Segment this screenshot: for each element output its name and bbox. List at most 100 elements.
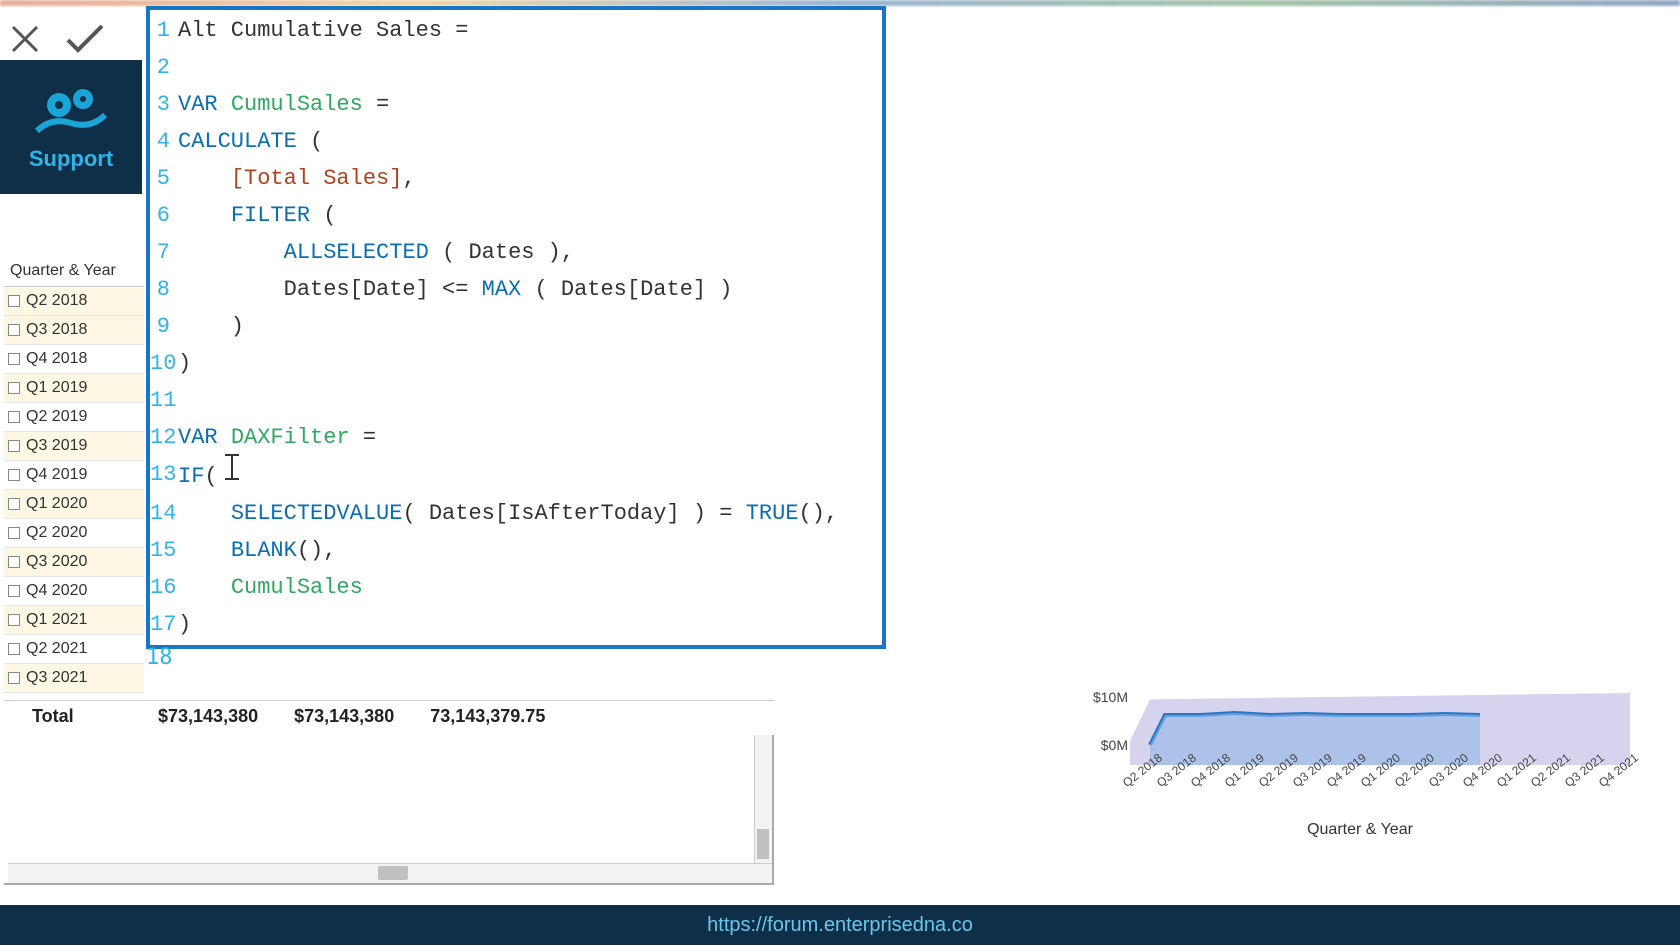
line-number: 8	[150, 271, 178, 308]
code-line[interactable]: 7 ALLSELECTED ( Dates ),	[150, 234, 882, 271]
total-value-1: $73,143,380	[158, 706, 258, 727]
slicer-item[interactable]: Q4 2020	[4, 577, 144, 606]
slicer-item-label: Q4 2020	[26, 579, 87, 603]
slicer-title: Quarter & Year	[4, 258, 144, 286]
code-text[interactable]: SELECTEDVALUE( Dates[IsAfterToday] ) = T…	[178, 495, 838, 532]
code-line[interactable]: 8 Dates[Date] <= MAX ( Dates[Date] )	[150, 271, 882, 308]
code-text[interactable]: Alt Cumulative Sales =	[178, 12, 468, 49]
slicer-quarter-year[interactable]: Quarter & Year Q2 2018Q3 2018Q4 2018Q1 2…	[4, 258, 144, 722]
slicer-item[interactable]: Q3 2020	[4, 548, 144, 577]
line-number: 11	[150, 382, 178, 419]
checkbox-icon[interactable]	[8, 556, 20, 568]
slicer-item-label: Q1 2021	[26, 608, 87, 632]
code-text[interactable]: [Total Sales],	[178, 160, 416, 197]
code-line[interactable]: 13IF(	[150, 456, 882, 495]
checkbox-icon[interactable]	[8, 353, 20, 365]
code-line[interactable]: 12VAR DAXFilter =	[150, 419, 882, 456]
table-total-row: Total $73,143,380 $73,143,380 73,143,379…	[4, 700, 774, 732]
line-number: 9	[150, 308, 178, 345]
slicer-item[interactable]: Q2 2019	[4, 403, 144, 432]
code-line[interactable]: 10)	[150, 345, 882, 382]
line-number: 7	[150, 234, 178, 271]
line-number: 13	[150, 456, 178, 495]
chart-x-axis-title: Quarter & Year	[1070, 821, 1650, 839]
table-visual-area[interactable]	[4, 735, 774, 885]
slicer-item-label: Q3 2019	[26, 434, 87, 458]
code-text[interactable]: Dates[Date] <= MAX ( Dates[Date] )	[178, 271, 733, 308]
code-text[interactable]: CumulSales	[178, 569, 363, 606]
slicer-item[interactable]: Q1 2020	[4, 490, 144, 519]
line-number: 14	[150, 495, 178, 532]
cancel-icon[interactable]	[8, 22, 42, 56]
code-text[interactable]: )	[178, 345, 191, 382]
slicer-item[interactable]: Q3 2021	[4, 664, 144, 693]
checkbox-icon[interactable]	[8, 469, 20, 481]
slicer-item-label: Q2 2020	[26, 521, 87, 545]
code-line[interactable]: 2	[150, 49, 882, 86]
code-text[interactable]: CALCULATE (	[178, 123, 323, 160]
slicer-item[interactable]: Q2 2021	[4, 635, 144, 664]
slicer-item-label: Q3 2020	[26, 550, 87, 574]
slicer-item[interactable]: Q2 2020	[4, 519, 144, 548]
code-line[interactable]: 3VAR CumulSales =	[150, 86, 882, 123]
checkbox-icon[interactable]	[8, 411, 20, 423]
code-text[interactable]: ALLSELECTED ( Dates ),	[178, 234, 574, 271]
footer-url: https://forum.enterprisedna.co	[707, 914, 973, 937]
brand-panel: Support	[0, 60, 142, 194]
code-text[interactable]: FILTER (	[178, 197, 336, 234]
slicer-item-label: Q2 2019	[26, 405, 87, 429]
line-number: 15	[150, 532, 178, 569]
checkbox-icon[interactable]	[8, 643, 20, 655]
slicer-item-label: Q2 2018	[26, 289, 87, 313]
checkbox-icon[interactable]	[8, 440, 20, 452]
slicer-item[interactable]: Q1 2019	[4, 374, 144, 403]
dax-formula-editor[interactable]: 1Alt Cumulative Sales =23VAR CumulSales …	[146, 6, 886, 649]
total-label: Total	[32, 706, 122, 727]
code-line[interactable]: 16 CumulSales	[150, 569, 882, 606]
line-number: 12	[150, 419, 178, 456]
code-text[interactable]: VAR CumulSales =	[178, 86, 389, 123]
code-text[interactable]: )	[178, 308, 244, 345]
brand-label: Support	[29, 146, 113, 172]
code-line[interactable]: 4CALCULATE (	[150, 123, 882, 160]
code-line[interactable]: 15 BLANK(),	[150, 532, 882, 569]
horizontal-scrollbar[interactable]	[8, 863, 772, 883]
code-line[interactable]: 14 SELECTEDVALUE( Dates[IsAfterToday] ) …	[150, 495, 882, 532]
code-line[interactable]: 6 FILTER (	[150, 197, 882, 234]
checkbox-icon[interactable]	[8, 614, 20, 626]
slicer-item[interactable]: Q1 2021	[4, 606, 144, 635]
code-line[interactable]: 17)	[150, 606, 882, 643]
slicer-item[interactable]: Q3 2019	[4, 432, 144, 461]
slicer-item-label: Q3 2021	[26, 666, 87, 690]
checkbox-icon[interactable]	[8, 498, 20, 510]
line-number: 10	[150, 345, 178, 382]
line-number: 3	[150, 86, 178, 123]
checkbox-icon[interactable]	[8, 585, 20, 597]
code-line[interactable]: 5 [Total Sales],	[150, 160, 882, 197]
code-text[interactable]: )	[178, 606, 191, 643]
slicer-item-label: Q3 2018	[26, 318, 87, 342]
code-line[interactable]: 1Alt Cumulative Sales =	[150, 12, 882, 49]
slicer-item[interactable]: Q3 2018	[4, 316, 144, 345]
slicer-item[interactable]: Q2 2018	[4, 287, 144, 316]
slicer-item-label: Q1 2019	[26, 376, 87, 400]
slicer-item[interactable]: Q4 2019	[4, 461, 144, 490]
code-text[interactable]: IF(	[178, 456, 233, 495]
vertical-scrollbar[interactable]	[754, 735, 772, 863]
code-text[interactable]: VAR DAXFilter =	[178, 419, 376, 456]
line-number: 1	[150, 12, 178, 49]
code-line[interactable]: 11	[150, 382, 882, 419]
checkbox-icon[interactable]	[8, 324, 20, 336]
y-tick-bottom: $0M	[1070, 737, 1128, 753]
slicer-item[interactable]: Q4 2018	[4, 345, 144, 374]
commit-icon[interactable]	[64, 22, 106, 56]
dax-line-18: 18	[146, 637, 174, 678]
total-value-3: 73,143,379.75	[430, 706, 545, 727]
area-chart[interactable]: $10M $0M Q2 2018Q3 2018Q4 2018Q1 2019Q2 …	[1070, 685, 1650, 855]
checkbox-icon[interactable]	[8, 672, 20, 684]
checkbox-icon[interactable]	[8, 527, 20, 539]
checkbox-icon[interactable]	[8, 295, 20, 307]
checkbox-icon[interactable]	[8, 382, 20, 394]
code-text[interactable]: BLANK(),	[178, 532, 336, 569]
code-line[interactable]: 9 )	[150, 308, 882, 345]
